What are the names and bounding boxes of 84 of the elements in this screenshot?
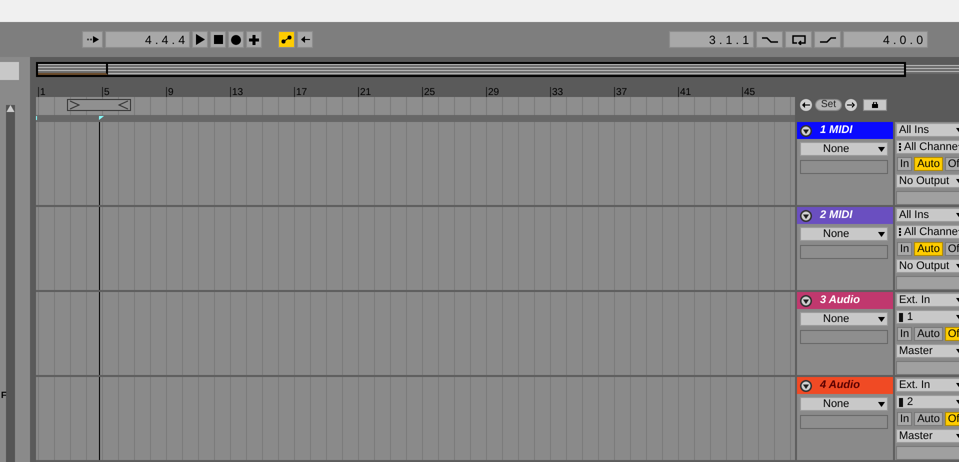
- follow-icon: [86, 36, 98, 43]
- loop-button[interactable]: [785, 31, 812, 48]
- scroll-up-icon[interactable]: [6, 104, 15, 113]
- overview-tail: [906, 65, 959, 74]
- output-dropdown[interactable]: No Output: [896, 174, 959, 188]
- clip-dropdown[interactable]: None: [800, 312, 888, 326]
- monitor-button[interactable]: Auto: [914, 412, 943, 426]
- track-name[interactable]: 4 Audio: [820, 377, 860, 394]
- dropdown-arrow-icon: [878, 316, 885, 322]
- track-name[interactable]: 1 MIDI: [820, 122, 852, 139]
- clip-dropdown[interactable]: None: [800, 227, 888, 242]
- punch-out-button[interactable]: [814, 31, 841, 48]
- output-field[interactable]: [896, 361, 959, 376]
- lock-icon: [872, 102, 878, 108]
- punch-out-icon: [820, 36, 836, 42]
- previous-locator-button[interactable]: [800, 98, 812, 111]
- track-name[interactable]: 3 Audio: [820, 292, 860, 309]
- follow-button[interactable]: [82, 31, 103, 48]
- monitor-button[interactable]: Auto: [914, 327, 943, 342]
- left-panel-label: F: [1, 389, 6, 402]
- loop-start-display[interactable]: 3 . 1 . 1: [669, 31, 754, 48]
- output-field[interactable]: [896, 446, 959, 460]
- clip-slot[interactable]: [800, 160, 888, 174]
- fold-icon[interactable]: [800, 124, 812, 137]
- stop-icon: [214, 35, 222, 44]
- input-type-dropdown[interactable]: Ext. In: [896, 293, 959, 308]
- monitor-button[interactable]: In: [897, 327, 912, 342]
- dropdown-arrow-icon: [878, 402, 885, 407]
- output-field[interactable]: [896, 276, 959, 290]
- punch-in-button[interactable]: [756, 31, 783, 48]
- fold-icon[interactable]: [800, 210, 812, 222]
- position-display[interactable]: 4 . 4 . 4: [105, 31, 190, 48]
- loop-length-display[interactable]: 4 . 0 . 0: [843, 31, 928, 48]
- add-button[interactable]: [246, 31, 262, 48]
- output-field[interactable]: [896, 191, 959, 206]
- draw-mode-button[interactable]: [278, 31, 295, 48]
- channel-meter-icon: [899, 312, 903, 322]
- clip-dropdown[interactable]: None: [800, 397, 888, 412]
- start-marker-icon: [36, 116, 37, 120]
- nodes-icon: [281, 35, 292, 44]
- overview-bar[interactable]: [36, 62, 906, 78]
- clip-dropdown[interactable]: None: [800, 142, 888, 156]
- next-locator-button[interactable]: [845, 98, 858, 111]
- input-type-dropdown[interactable]: All Ins: [896, 123, 959, 138]
- fold-icon[interactable]: [800, 294, 812, 307]
- input-channel-dropdown[interactable]: 2: [896, 395, 959, 410]
- monitor-button[interactable]: In: [897, 242, 912, 256]
- left-arrow-icon: [802, 102, 810, 108]
- input-channel-dropdown[interactable]: All Channe: [896, 225, 959, 240]
- input-channel-dropdown[interactable]: 1: [896, 310, 959, 324]
- output-dropdown[interactable]: Master: [896, 344, 959, 358]
- monitor-button[interactable]: Auto: [914, 157, 943, 172]
- input-type-dropdown[interactable]: All Ins: [896, 208, 959, 222]
- dropdown-arrow-icon: [878, 146, 885, 152]
- track-name[interactable]: 2 MIDI: [820, 207, 852, 224]
- output-dropdown[interactable]: No Output: [896, 259, 959, 274]
- clip-slot[interactable]: [800, 330, 888, 344]
- monitor-button[interactable]: In: [897, 157, 912, 172]
- back-button[interactable]: [297, 31, 313, 48]
- plus-icon: [249, 34, 259, 44]
- input-type-dropdown[interactable]: Ext. In: [896, 378, 959, 392]
- left-arrow-icon: [300, 36, 310, 43]
- left-panel-field: [0, 62, 19, 80]
- set-locator-button[interactable]: Set: [815, 98, 842, 111]
- record-icon: [231, 34, 241, 44]
- output-dropdown[interactable]: Master: [896, 429, 959, 444]
- right-arrow-icon: [847, 102, 856, 108]
- overview-view-box[interactable]: [38, 64, 108, 76]
- input-channel-dropdown[interactable]: All Channe: [896, 140, 959, 154]
- play-icon: [195, 34, 205, 45]
- monitor-button[interactable]: In: [897, 412, 912, 426]
- clip-slot[interactable]: [800, 415, 888, 430]
- loop-icon: [792, 34, 806, 44]
- punch-in-icon: [762, 36, 778, 42]
- monitor-button[interactable]: Auto: [914, 242, 943, 256]
- clip-slot[interactable]: [800, 245, 888, 260]
- lock-button[interactable]: [863, 98, 888, 111]
- stop-button[interactable]: [210, 31, 226, 48]
- loop-brace-drawing[interactable]: [67, 98, 131, 111]
- fold-icon[interactable]: [800, 380, 812, 392]
- dropdown-arrow-icon: [878, 232, 885, 237]
- record-button[interactable]: [228, 31, 244, 48]
- channel-meter-icon: [899, 398, 903, 407]
- play-button[interactable]: [192, 31, 208, 48]
